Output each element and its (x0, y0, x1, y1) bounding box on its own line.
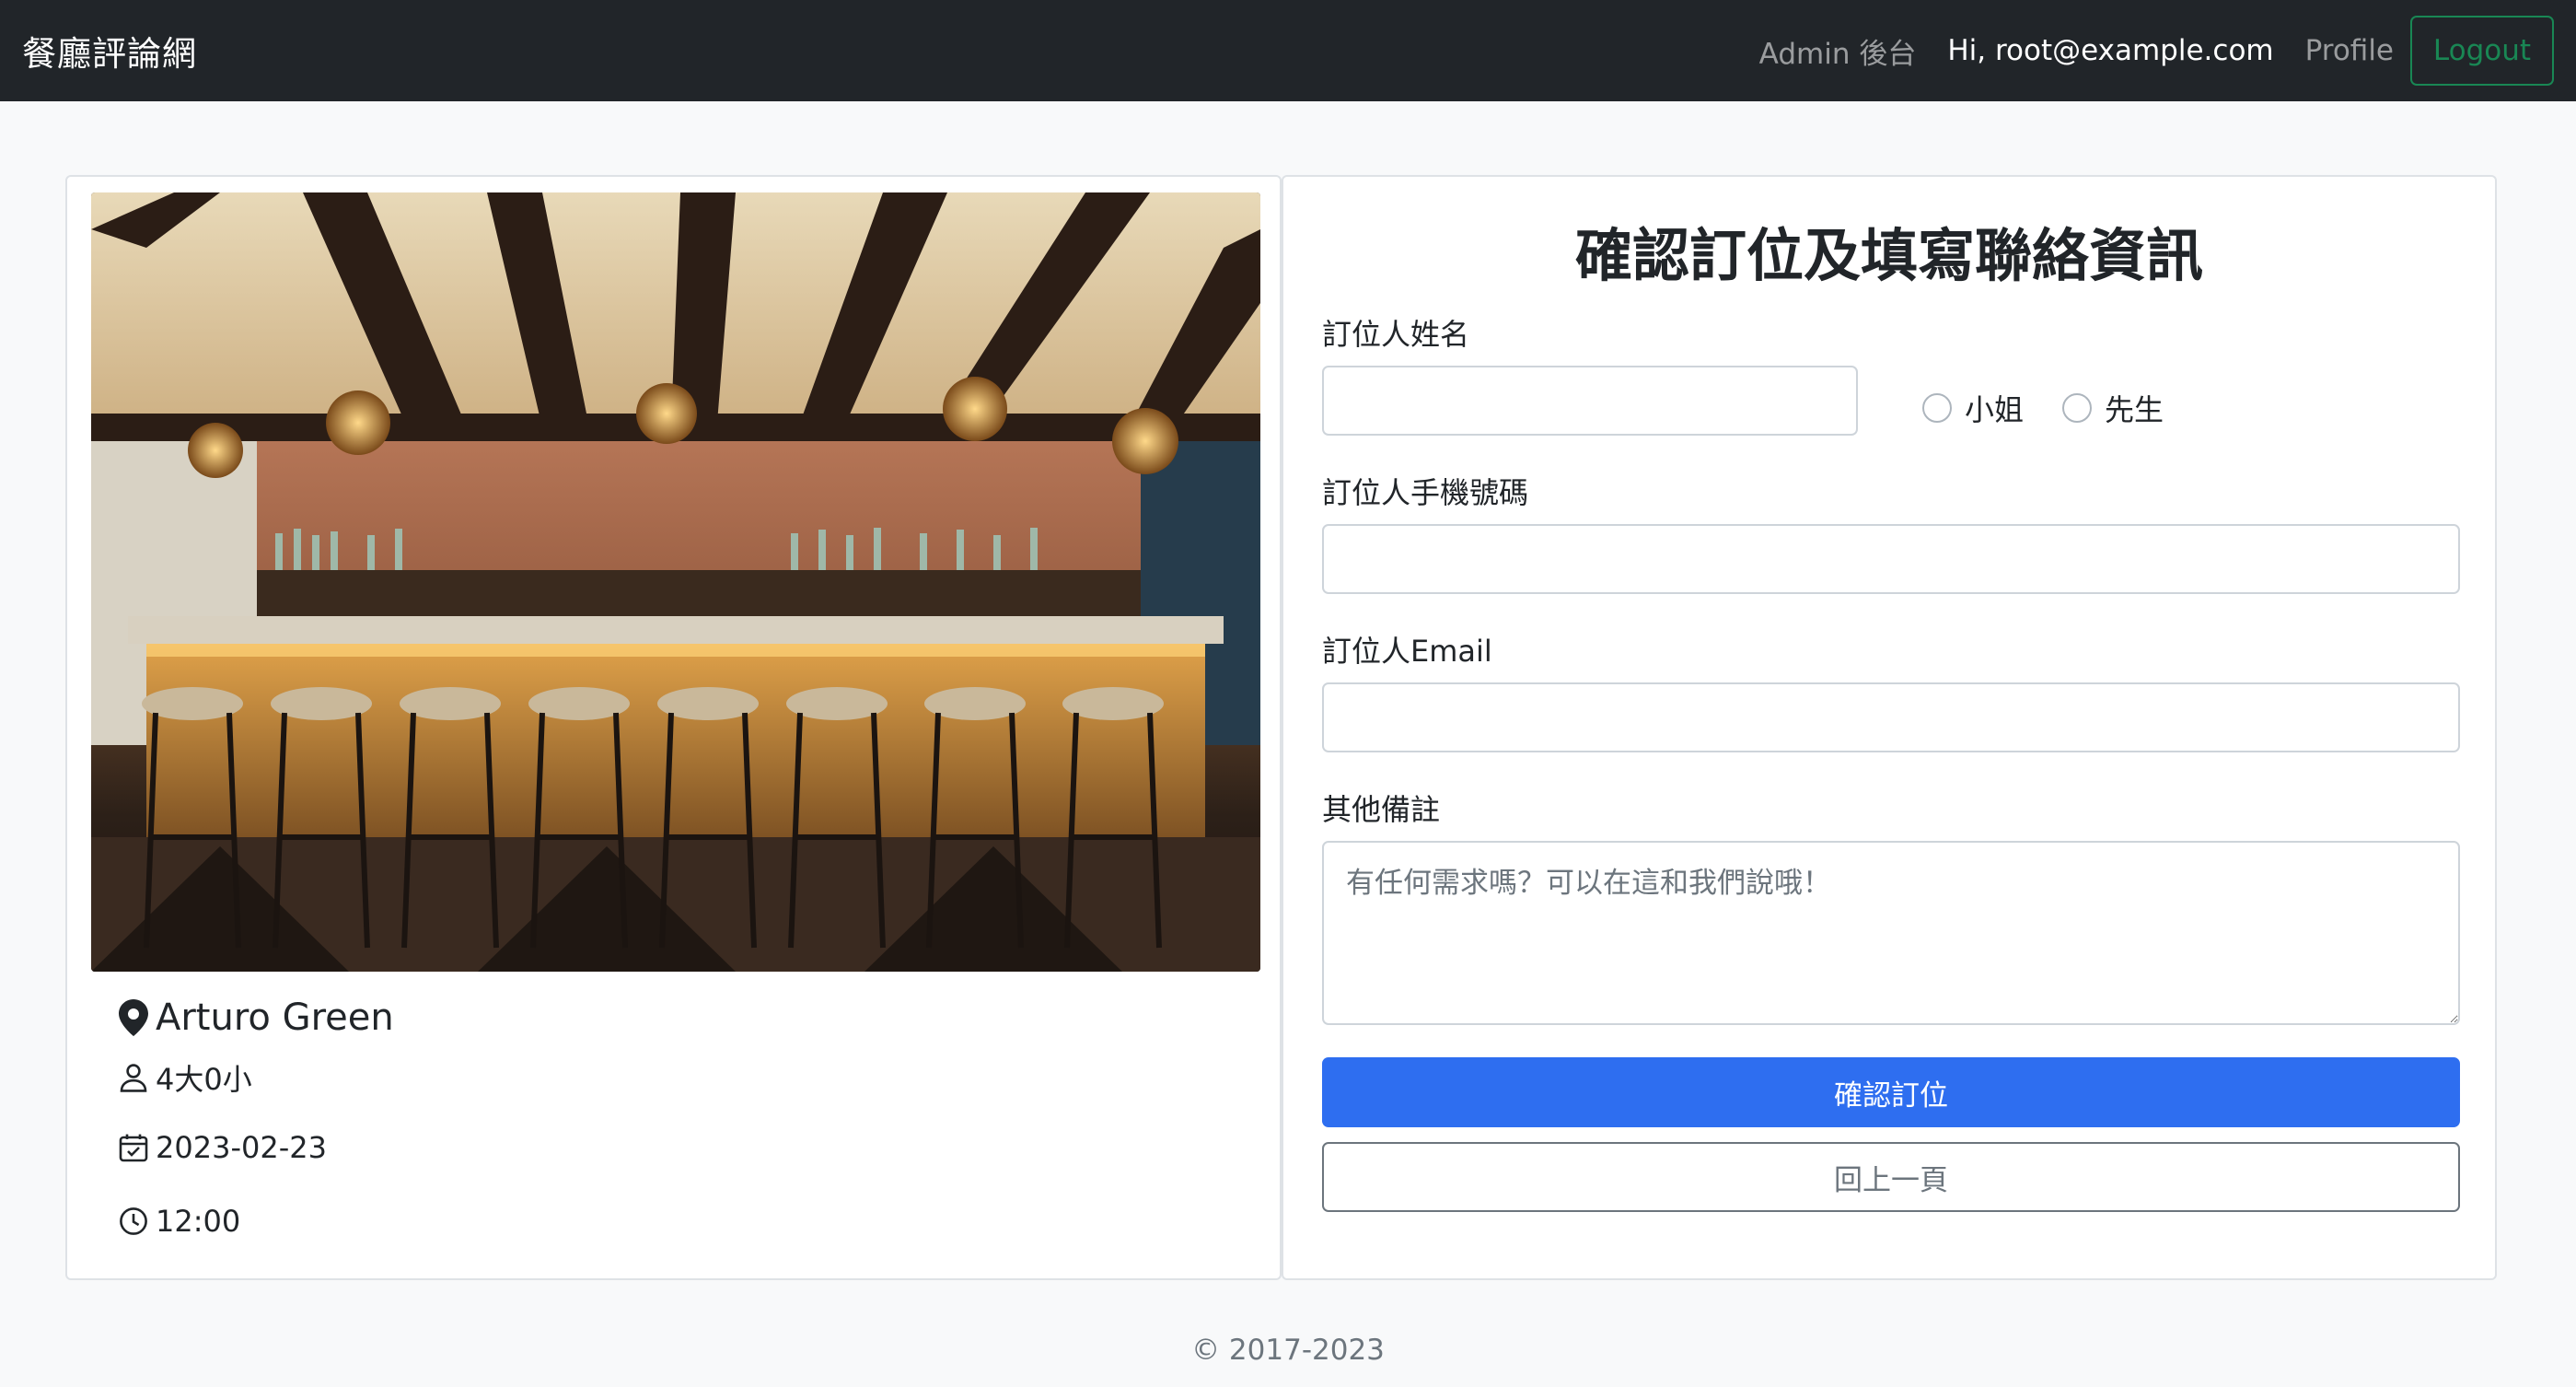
restaurant-card: Arturo Green 4大0小 2023-02-23 12:00 (65, 175, 1282, 1280)
reservation-date: 2023-02-23 (119, 1130, 327, 1165)
restaurant-photo (91, 192, 1260, 972)
profile-link[interactable]: Profile (2305, 34, 2394, 67)
map-pin-icon (119, 999, 148, 1036)
notes-label: 其他備註 (1322, 792, 1441, 827)
name-input[interactable] (1322, 366, 1858, 436)
radio-mister-label: 先生 (2105, 392, 2164, 427)
admin-link[interactable]: Admin 後台 (1759, 30, 1917, 72)
email-input[interactable] (1322, 682, 2460, 752)
guest-count: 4大0小 (119, 1056, 252, 1099)
confirm-reservation-button[interactable]: 確認訂位 (1322, 1057, 2460, 1127)
phone-input[interactable] (1322, 524, 2460, 594)
radio-miss-label: 小姐 (1965, 392, 2025, 427)
back-button[interactable]: 回上一頁 (1322, 1142, 2460, 1212)
clock-icon (119, 1206, 148, 1236)
reservation-time-text: 12:00 (156, 1204, 241, 1239)
email-label: 訂位人Email (1322, 634, 1492, 669)
navbar: 餐廳評論網 Admin 後台 Hi, root@example.com Prof… (0, 0, 2576, 101)
radio-circle[interactable] (2062, 393, 2093, 423)
reservation-date-text: 2023-02-23 (156, 1130, 327, 1165)
guest-count-text: 4大0小 (156, 1062, 252, 1097)
person-icon (119, 1063, 148, 1092)
notes-textarea[interactable] (1322, 841, 2460, 1025)
phone-label: 訂位人手機號碼 (1322, 475, 1529, 510)
calendar-check-icon (119, 1133, 148, 1162)
nav-right: Admin 後台 Hi, root@example.com Profile Lo… (1728, 16, 2554, 86)
footer-copyright: © 2017-2023 (1191, 1334, 1385, 1367)
reservation-time: 12:00 (119, 1204, 240, 1239)
logout-button[interactable]: Logout (2410, 16, 2554, 86)
name-label: 訂位人姓名 (1322, 317, 1470, 352)
gender-radio-group: 小姐 先生 (1922, 387, 2202, 429)
user-greeting: Hi, root@example.com (1947, 34, 2274, 67)
radio-mister[interactable]: 先生 (2062, 387, 2164, 429)
bar-interior-image (91, 192, 1260, 972)
booking-form-card: 確認訂位及填寫聯絡資訊 訂位人姓名 小姐 先生 訂位人手機號碼 訂位人Email… (1282, 175, 2497, 1280)
radio-miss[interactable]: 小姐 (1922, 387, 2024, 429)
form-title: 確認訂位及填寫聯絡資訊 (1574, 222, 2203, 289)
restaurant-name-text: Arturo Green (156, 997, 394, 1039)
radio-circle[interactable] (1922, 393, 1952, 423)
restaurant-name: Arturo Green (119, 997, 394, 1039)
brand-logo[interactable]: 餐廳評論網 (22, 26, 197, 76)
